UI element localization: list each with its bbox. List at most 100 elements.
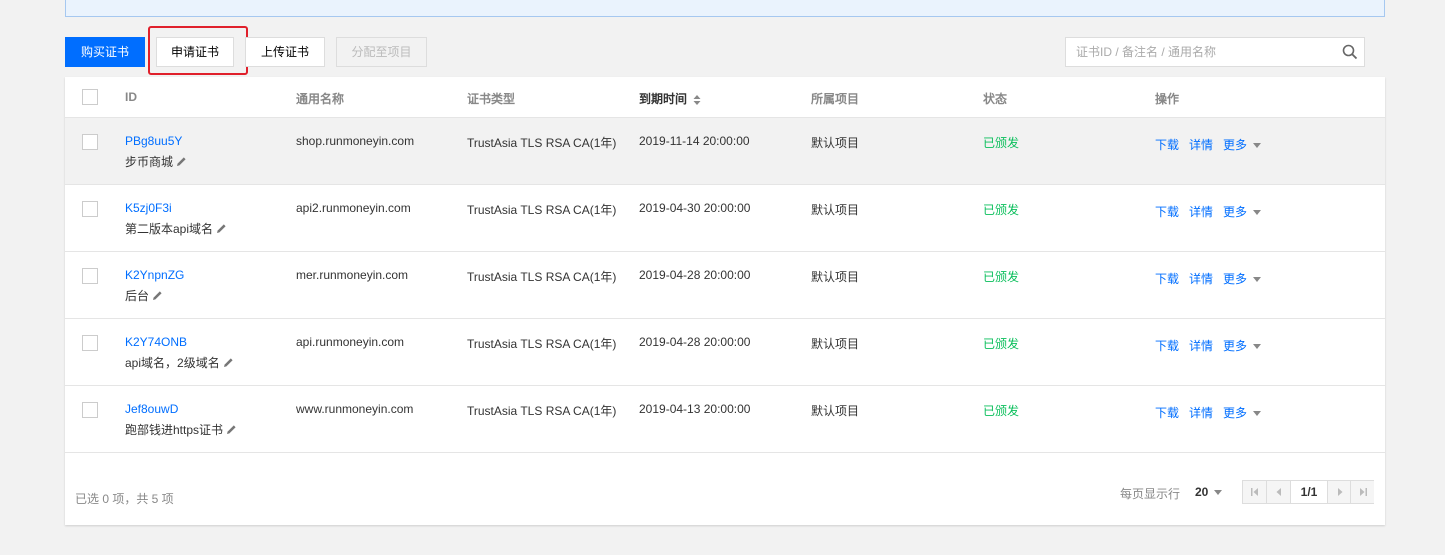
chevron-down-icon[interactable] <box>1253 143 1262 149</box>
header-cert-type: 证书类型 <box>467 92 516 106</box>
search-input[interactable] <box>1066 38 1326 66</box>
apply-certificate-button[interactable]: 申请证书 <box>156 37 234 67</box>
certificate-id-link[interactable]: Jef8ouwD <box>125 402 178 416</box>
last-page-icon <box>1360 488 1367 496</box>
sort-icon[interactable] <box>693 94 701 105</box>
chevron-down-icon[interactable] <box>1253 344 1262 350</box>
more-link[interactable]: 更多 <box>1223 339 1247 353</box>
header-common-name: 通用名称 <box>296 92 345 106</box>
status-badge: 已颁发 <box>983 136 1020 150</box>
selection-summary: 已选 0 项，共 5 项 <box>75 492 174 506</box>
header-expire-label: 到期时间 <box>639 92 688 106</box>
prev-page-icon <box>1276 488 1281 496</box>
detail-link[interactable]: 详情 <box>1189 138 1213 152</box>
download-link[interactable]: 下载 <box>1155 406 1179 420</box>
search-icon[interactable] <box>1342 44 1358 60</box>
header-project: 所属项目 <box>811 92 860 106</box>
download-link[interactable]: 下载 <box>1155 272 1179 286</box>
page-size-select[interactable]: 20 <box>1195 485 1223 499</box>
header-status: 状态 <box>983 92 1008 106</box>
pagination: 1/1 <box>1242 480 1374 504</box>
certificate-id-link[interactable]: PBg8uu5Y <box>125 134 182 148</box>
alias-text: 第二版本api域名 <box>125 222 214 236</box>
certificate-id-link[interactable]: K5zj0F3i <box>125 201 172 215</box>
page-indicator: 1/1 <box>1300 485 1318 499</box>
pencil-edit-icon[interactable] <box>176 156 187 167</box>
pencil-edit-icon[interactable] <box>223 357 234 368</box>
buy-certificate-button[interactable]: 购买证书 <box>65 37 145 67</box>
project-name: 默认项目 <box>811 337 860 351</box>
table-row: K5zj0F3i 第二版本api域名 api2.runmoneyin.com T… <box>65 185 1385 252</box>
detail-link[interactable]: 详情 <box>1189 406 1213 420</box>
alias-text: 后台 <box>125 289 150 303</box>
row-checkbox[interactable] <box>82 335 98 351</box>
first-page-button[interactable] <box>1243 481 1267 503</box>
alias-text: api域名，2级域名 <box>125 356 220 370</box>
cert-type: TrustAsia TLS RSA CA(1年) <box>467 203 617 217</box>
cert-type: TrustAsia TLS RSA CA(1年) <box>467 337 617 351</box>
detail-link[interactable]: 详情 <box>1189 339 1213 353</box>
detail-link[interactable]: 详情 <box>1189 272 1213 286</box>
row-operations: 下载 详情 更多 <box>1155 337 1262 354</box>
common-name: mer.runmoneyin.com <box>296 268 409 282</box>
more-link[interactable]: 更多 <box>1223 205 1247 219</box>
more-link[interactable]: 更多 <box>1223 406 1247 420</box>
page-size-value: 20 <box>1195 485 1209 499</box>
certificate-id-link[interactable]: K2YnpnZG <box>125 268 184 282</box>
row-operations: 下载 详情 更多 <box>1155 404 1262 421</box>
table-header: ID 通用名称 证书类型 到期时间 所属项目 状态 操作 <box>65 77 1385 118</box>
row-checkbox[interactable] <box>82 134 98 150</box>
download-link[interactable]: 下载 <box>1155 138 1179 152</box>
toolbar: 购买证书 申请证书 上传证书 分配至项目 <box>65 26 1385 75</box>
project-name: 默认项目 <box>811 203 860 217</box>
select-all-checkbox[interactable] <box>82 89 98 105</box>
certificate-alias: 第二版本api域名 <box>125 220 227 237</box>
more-link[interactable]: 更多 <box>1223 138 1247 152</box>
expire-time: 2019-04-28 20:00:00 <box>639 335 751 349</box>
pencil-edit-icon[interactable] <box>152 290 163 301</box>
more-link[interactable]: 更多 <box>1223 272 1247 286</box>
table-row: K2Y74ONB api域名，2级域名 api.runmoneyin.com T… <box>65 319 1385 386</box>
search-box <box>1065 37 1365 67</box>
row-operations: 下载 详情 更多 <box>1155 270 1262 287</box>
certificate-alias: 跑部钱进https证书 <box>125 421 237 438</box>
header-expire-time[interactable]: 到期时间 <box>639 90 701 107</box>
certificate-table-panel: ID 通用名称 证书类型 到期时间 所属项目 状态 操作 PBg8uu5Y 步币… <box>65 77 1385 525</box>
row-operations: 下载 详情 更多 <box>1155 136 1262 153</box>
certificate-alias: api域名，2级域名 <box>125 354 234 371</box>
common-name: api.runmoneyin.com <box>296 335 405 349</box>
pencil-edit-icon[interactable] <box>226 424 237 435</box>
row-checkbox[interactable] <box>82 201 98 217</box>
project-name: 默认项目 <box>811 404 860 418</box>
download-link[interactable]: 下载 <box>1155 339 1179 353</box>
row-operations: 下载 详情 更多 <box>1155 203 1262 220</box>
alias-text: 步币商城 <box>125 155 174 169</box>
next-page-button[interactable] <box>1327 481 1351 503</box>
pencil-edit-icon[interactable] <box>216 223 227 234</box>
detail-link[interactable]: 详情 <box>1189 205 1213 219</box>
download-link[interactable]: 下载 <box>1155 205 1179 219</box>
row-checkbox[interactable] <box>82 402 98 418</box>
alias-text: 跑部钱进https证书 <box>125 423 224 437</box>
expire-time: 2019-11-14 20:00:00 <box>639 134 750 148</box>
table-row: K2YnpnZG 后台 mer.runmoneyin.com TrustAsia… <box>65 252 1385 319</box>
certificate-alias: 步币商城 <box>125 153 187 170</box>
table-row: Jef8ouwD 跑部钱进https证书 www.runmoneyin.com … <box>65 386 1385 453</box>
status-badge: 已颁发 <box>983 404 1020 418</box>
chevron-down-icon[interactable] <box>1253 411 1262 417</box>
header-operations: 操作 <box>1155 92 1180 106</box>
expire-time: 2019-04-28 20:00:00 <box>639 268 751 282</box>
cert-type: TrustAsia TLS RSA CA(1年) <box>467 270 617 284</box>
table-footer: 已选 0 项，共 5 项 每页显示行 20 1/1 <box>65 469 1385 525</box>
prev-page-button[interactable] <box>1267 481 1291 503</box>
chevron-down-icon[interactable] <box>1253 210 1262 216</box>
chevron-down-icon[interactable] <box>1253 277 1262 283</box>
last-page-button[interactable] <box>1350 481 1374 503</box>
assign-project-button[interactable]: 分配至项目 <box>336 37 427 67</box>
expire-time: 2019-04-30 20:00:00 <box>639 201 751 215</box>
status-badge: 已颁发 <box>983 270 1020 284</box>
certificate-id-link[interactable]: K2Y74ONB <box>125 335 187 349</box>
upload-certificate-button[interactable]: 上传证书 <box>245 37 325 67</box>
certificate-alias: 后台 <box>125 287 163 304</box>
row-checkbox[interactable] <box>82 268 98 284</box>
